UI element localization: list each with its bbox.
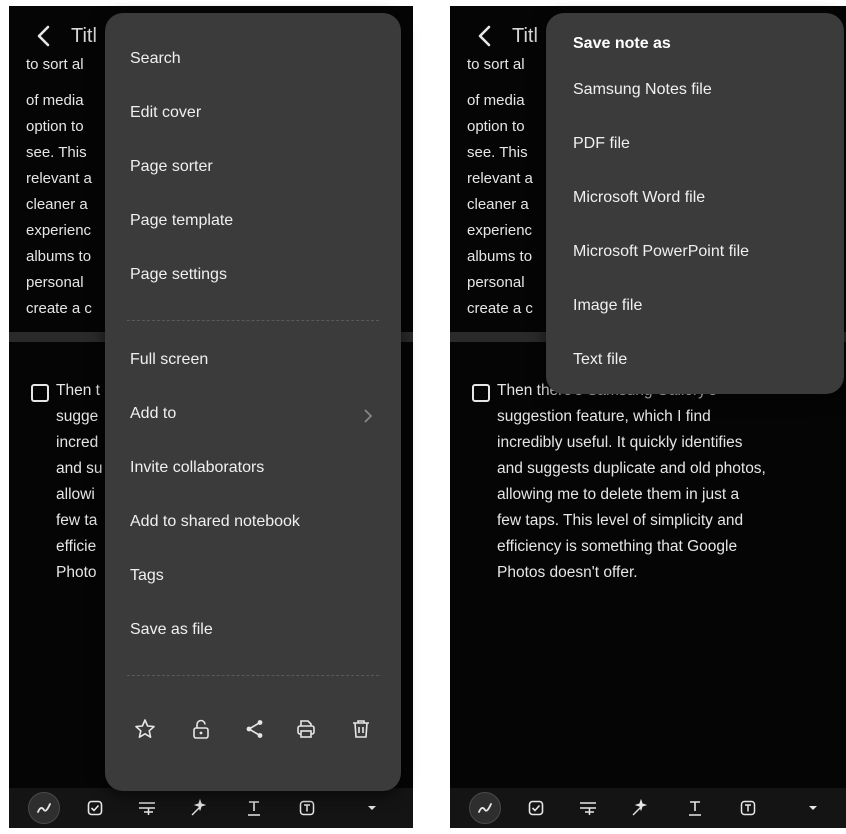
text-line: option to <box>467 118 525 135</box>
toolbar-ai-button[interactable] <box>626 788 652 828</box>
text-line: of media <box>467 92 525 109</box>
checklist-text-line: and su <box>56 460 103 477</box>
text-line: see. This <box>26 144 87 161</box>
text-line: experienc <box>467 222 533 239</box>
text-line: create a c <box>26 300 92 317</box>
back-arrow-icon[interactable] <box>474 24 496 48</box>
checklist-text-line: incredibly useful. It quickly identifies <box>497 434 743 451</box>
text-box-icon <box>299 800 315 816</box>
menu-item-page-sorter[interactable]: Page sorter <box>130 145 380 189</box>
text-line: relevant a <box>467 170 533 187</box>
checklist-text-line: efficie <box>56 538 97 555</box>
toolbar-text-format-button[interactable] <box>134 788 160 828</box>
menu-divider <box>127 675 379 676</box>
text-line: albums to <box>26 248 92 265</box>
checklist-text-line: few taps. This level of simplicity and <box>497 512 744 529</box>
text-format-icon <box>139 802 155 815</box>
save-note-as-menu: Save note as Samsung Notes file PDF file… <box>546 13 844 394</box>
ai-sparkle-icon <box>191 799 207 816</box>
menu-item-add-to[interactable]: Add to <box>130 392 380 436</box>
checkbox-icon <box>528 800 544 816</box>
dropdown-arrow-icon <box>809 806 817 810</box>
checklist-checkbox[interactable] <box>472 384 490 402</box>
save-option-text[interactable]: Text file <box>573 340 828 380</box>
toolbar-more-button[interactable] <box>803 788 823 828</box>
checklist-text-line: few ta <box>56 512 98 529</box>
toolbar-text-format-button[interactable] <box>575 788 601 828</box>
text-line: create a c <box>467 300 533 317</box>
menu-item-page-template[interactable]: Page template <box>130 199 380 243</box>
dropdown-arrow-icon <box>368 806 376 810</box>
overflow-menu: Search Edit cover Page sorter Page templ… <box>105 13 401 791</box>
text-line: albums to <box>467 248 533 265</box>
toolbar-pen-button[interactable] <box>26 788 62 828</box>
menu-item-add-to-shared-notebook[interactable]: Add to shared notebook <box>130 500 380 544</box>
checklist-text-line: Then t <box>56 382 100 399</box>
save-option-word[interactable]: Microsoft Word file <box>573 178 828 218</box>
note-title[interactable]: Titl <box>71 25 97 48</box>
checklist-text-line: sugge <box>56 408 99 425</box>
checklist-text-line: efficiency is something that Google <box>497 538 738 555</box>
text-style-icon <box>248 801 260 816</box>
toolbar-more-button[interactable] <box>362 788 382 828</box>
menu-item-invite-collaborators[interactable]: Invite collaborators <box>130 446 380 490</box>
toolbar-pen-button[interactable] <box>467 788 503 828</box>
menu-item-edit-cover[interactable]: Edit cover <box>130 91 380 135</box>
text-line: option to <box>26 118 84 135</box>
text-line: experienc <box>26 222 92 239</box>
save-option-pdf[interactable]: PDF file <box>573 124 828 164</box>
text-line: personal <box>467 274 525 291</box>
save-option-image[interactable]: Image file <box>573 286 828 326</box>
toolbar-text-style-button[interactable] <box>682 788 708 828</box>
toolbar-text-style-button[interactable] <box>241 788 267 828</box>
share-icon[interactable] <box>244 718 266 740</box>
bottom-toolbar <box>450 788 846 828</box>
menu-divider <box>127 320 379 321</box>
checklist-text-line: Photo <box>56 564 97 581</box>
star-icon[interactable] <box>134 718 156 740</box>
text-line: personal <box>26 274 84 291</box>
pen-icon <box>478 803 492 813</box>
chevron-right-icon <box>364 409 373 423</box>
ai-sparkle-icon <box>632 799 648 816</box>
save-option-powerpoint[interactable]: Microsoft PowerPoint file <box>573 232 828 272</box>
menu-item-tags[interactable]: Tags <box>130 554 380 598</box>
text-line: to sort al <box>467 56 525 73</box>
save-note-as-title: Save note as <box>573 35 671 52</box>
text-box-icon <box>740 800 756 816</box>
checklist-text-line: allowing me to delete them in just a <box>497 486 740 503</box>
trash-icon[interactable] <box>350 718 372 740</box>
checklist-text-line: and suggests duplicate and old photos, <box>497 460 766 477</box>
toolbar-ai-button[interactable] <box>185 788 211 828</box>
checklist-text-line: suggestion feature, which I find <box>497 408 711 425</box>
text-line: to sort al <box>26 56 84 73</box>
checklist-text-line: Photos doesn't offer. <box>497 564 638 581</box>
print-icon[interactable] <box>295 718 317 740</box>
text-style-icon <box>689 801 701 816</box>
text-line: of media <box>26 92 84 109</box>
checklist-checkbox[interactable] <box>31 384 49 402</box>
text-line: cleaner a <box>26 196 88 213</box>
text-line: see. This <box>467 144 528 161</box>
bottom-toolbar <box>9 788 413 828</box>
save-option-samsung-notes[interactable]: Samsung Notes file <box>573 70 828 110</box>
menu-item-save-as-file[interactable]: Save as file <box>130 608 380 652</box>
note-title[interactable]: Titl <box>512 25 538 48</box>
menu-item-search[interactable]: Search <box>130 37 380 81</box>
menu-item-full-screen[interactable]: Full screen <box>130 338 380 382</box>
checklist-text-line: allowi <box>56 486 95 503</box>
toolbar-checkbox-button[interactable] <box>523 788 549 828</box>
menu-item-page-settings[interactable]: Page settings <box>130 253 380 297</box>
checklist-text-line: incred <box>56 434 99 451</box>
checkbox-icon <box>87 800 103 816</box>
unlock-icon[interactable] <box>190 718 212 740</box>
toolbar-checkbox-button[interactable] <box>82 788 108 828</box>
toolbar-text-box-button[interactable] <box>294 788 320 828</box>
text-line: cleaner a <box>467 196 529 213</box>
back-arrow-icon[interactable] <box>33 24 55 48</box>
toolbar-text-box-button[interactable] <box>735 788 761 828</box>
pen-icon <box>37 803 51 813</box>
text-format-icon <box>580 802 596 815</box>
text-line: relevant a <box>26 170 92 187</box>
